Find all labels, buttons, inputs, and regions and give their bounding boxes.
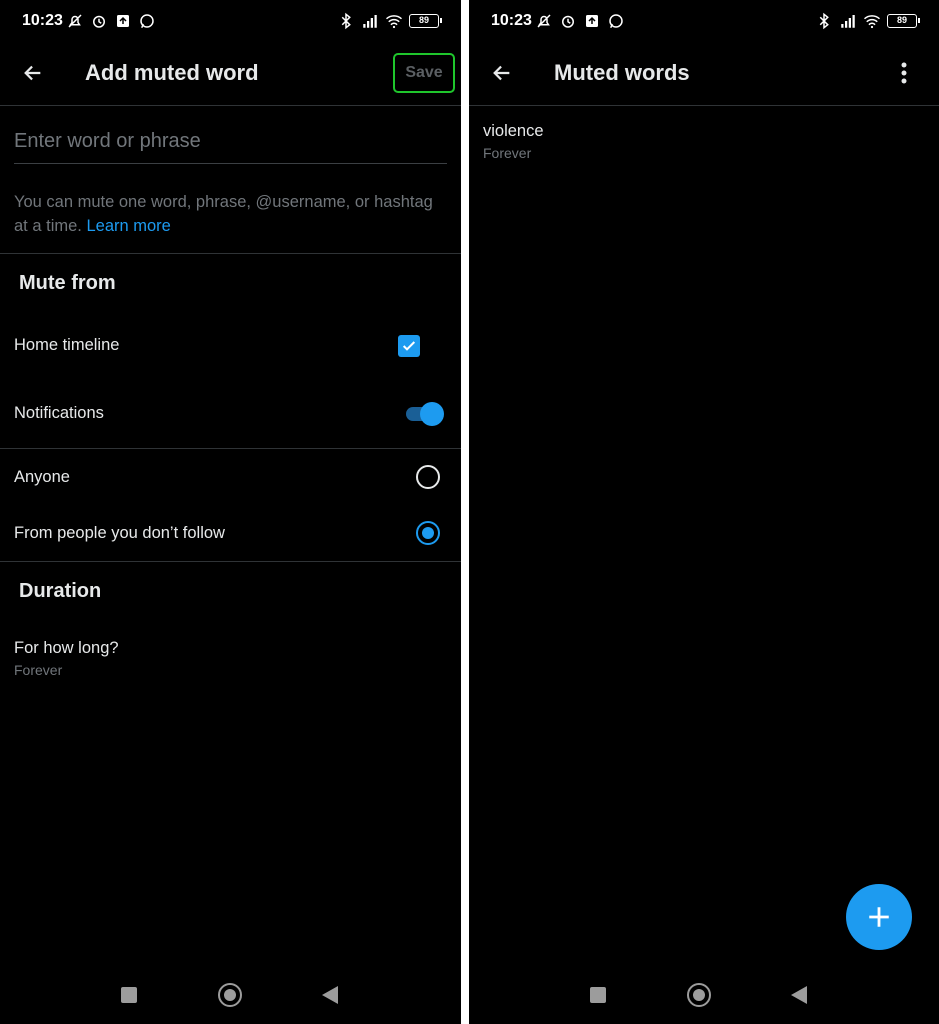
- signal-icon: [363, 15, 377, 28]
- battery-indicator: 89: [409, 14, 442, 28]
- help-text: You can mute one word, phrase, @username…: [14, 190, 434, 238]
- nav-back-button[interactable]: [791, 986, 807, 1004]
- recents-button[interactable]: [121, 987, 137, 1003]
- radio-selected-dot: [422, 527, 434, 539]
- learn-more-link[interactable]: Learn more: [86, 217, 170, 235]
- home-dot: [693, 989, 705, 1001]
- status-bar: 10:23 89: [469, 0, 939, 44]
- back-button[interactable]: [18, 58, 48, 88]
- more-options-button[interactable]: [889, 58, 919, 88]
- notifications-toggle[interactable]: [404, 402, 444, 426]
- bell-off-icon: [537, 14, 551, 28]
- help-text-body: You can mute one word, phrase, @username…: [14, 193, 433, 235]
- add-muted-word-button[interactable]: [846, 884, 912, 950]
- status-bar: 10:23 89: [0, 0, 461, 44]
- bell-off-icon: [68, 14, 82, 28]
- duration-heading: Duration: [19, 580, 102, 602]
- bluetooth-icon: [819, 12, 829, 30]
- home-timeline-label: Home timeline: [14, 336, 120, 354]
- page-title: Muted words: [554, 60, 690, 85]
- upload-icon: [117, 15, 129, 27]
- whatsapp-icon: [609, 14, 623, 29]
- alarm-icon: [93, 15, 105, 28]
- home-dot: [224, 989, 236, 1001]
- plus-icon: [869, 907, 889, 927]
- back-button[interactable]: [487, 58, 517, 88]
- check-icon: [402, 341, 416, 351]
- whatsapp-icon: [140, 14, 154, 29]
- from-people-radio[interactable]: [416, 521, 440, 545]
- recents-button[interactable]: [590, 987, 606, 1003]
- add-muted-word-screen: 10:23 89 Add muted word Save You can mut…: [0, 0, 461, 1024]
- nav-back-button[interactable]: [322, 986, 338, 1004]
- system-nav-bar: [469, 964, 939, 1024]
- divider: [0, 253, 461, 254]
- top-app-bar: Add muted word Save: [0, 44, 461, 106]
- save-button[interactable]: Save: [393, 53, 455, 93]
- divider: [0, 561, 461, 562]
- system-nav-bar: [0, 964, 461, 1024]
- muted-word-duration: Forever: [483, 145, 532, 161]
- wifi-icon: [386, 15, 402, 29]
- status-time: 10:23: [491, 12, 532, 29]
- bluetooth-icon: [341, 12, 351, 30]
- muted-word-item[interactable]: violence Forever: [483, 122, 544, 161]
- word-or-phrase-input[interactable]: [14, 120, 447, 164]
- anyone-label: Anyone: [14, 468, 70, 486]
- more-vertical-icon: [901, 62, 907, 84]
- upload-icon: [586, 15, 598, 27]
- signal-icon: [841, 15, 855, 28]
- duration-question: For how long?: [14, 639, 119, 657]
- mute-from-heading: Mute from: [19, 272, 116, 294]
- home-timeline-checkbox[interactable]: [398, 335, 420, 357]
- page-title: Add muted word: [85, 60, 259, 85]
- from-people-label: From people you don’t follow: [14, 524, 225, 542]
- muted-words-screen: 10:23 89 Muted words violence Forever: [469, 0, 939, 1024]
- muted-word-text: violence: [483, 122, 544, 140]
- home-button[interactable]: [218, 983, 242, 1007]
- divider: [0, 448, 461, 449]
- duration-value: Forever: [14, 662, 63, 678]
- notifications-label: Notifications: [14, 404, 104, 422]
- arrow-left-icon: [24, 65, 41, 81]
- battery-indicator: 89: [887, 14, 920, 28]
- anyone-radio[interactable]: [416, 465, 440, 489]
- arrow-left-icon: [493, 65, 510, 81]
- alarm-icon: [562, 15, 574, 28]
- toggle-knob: [420, 402, 444, 426]
- top-app-bar: Muted words: [469, 44, 939, 106]
- status-time: 10:23: [22, 12, 63, 29]
- wifi-icon: [864, 15, 880, 29]
- home-button[interactable]: [687, 983, 711, 1007]
